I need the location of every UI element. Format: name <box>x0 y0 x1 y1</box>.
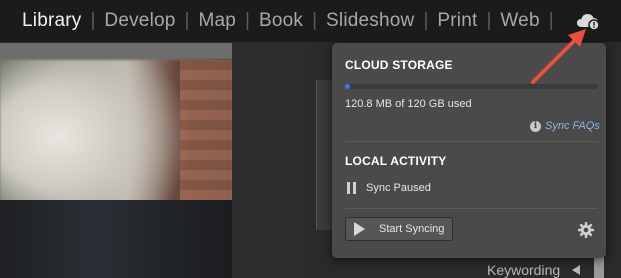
cloud-storage-heading: CLOUD STORAGE <box>345 58 453 72</box>
section-divider <box>345 141 598 142</box>
start-syncing-button[interactable]: Start Syncing <box>345 217 453 241</box>
photo-detail <box>180 60 232 200</box>
sync-faqs-link[interactable]: i Sync FAQs <box>530 120 600 132</box>
sync-status-text: Sync Paused <box>366 182 431 194</box>
module-develop[interactable]: Develop <box>104 10 175 32</box>
module-book[interactable]: Book <box>259 10 303 32</box>
info-icon: i <box>530 120 541 132</box>
pause-icon <box>347 182 356 194</box>
cloud-status-icon[interactable] <box>576 11 602 31</box>
sync-status: Sync Paused <box>347 182 431 194</box>
module-picker-bar: Library | Develop | Map | Book | Slidesh… <box>0 0 621 43</box>
module-separator: | <box>245 10 250 31</box>
collapse-triangle-icon[interactable] <box>572 265 580 275</box>
gear-icon[interactable] <box>577 221 595 239</box>
module-map[interactable]: Map <box>198 10 236 32</box>
module-separator: | <box>486 10 492 31</box>
module-separator: | <box>90 10 96 31</box>
module-separator: | <box>312 10 318 31</box>
storage-progress-bar <box>345 84 598 89</box>
local-activity-heading: LOCAL ACTIVITY <box>345 154 447 168</box>
module-library[interactable]: Library <box>22 10 81 32</box>
module-print[interactable]: Print <box>437 10 477 32</box>
start-syncing-label: Start Syncing <box>379 223 445 235</box>
storage-usage-text: 120.8 MB of 120 GB used <box>345 98 472 110</box>
play-icon <box>354 222 365 236</box>
storage-progress-fill <box>345 84 350 89</box>
module-separator: | <box>184 10 190 31</box>
keywording-panel-header[interactable]: Keywording <box>487 262 560 278</box>
photo-shadow <box>0 200 232 278</box>
module-separator: | <box>423 10 429 31</box>
section-divider <box>345 208 598 209</box>
module-slideshow[interactable]: Slideshow <box>326 10 414 32</box>
sync-faqs-label: Sync FAQs <box>545 120 600 132</box>
module-list: Library | Develop | Map | Book | Slidesh… <box>0 10 563 32</box>
module-web[interactable]: Web <box>500 10 539 32</box>
photo-margin <box>232 43 310 278</box>
module-separator: | <box>548 10 554 31</box>
cloud-sync-popover: CLOUD STORAGE 120.8 MB of 120 GB used i … <box>332 43 606 258</box>
